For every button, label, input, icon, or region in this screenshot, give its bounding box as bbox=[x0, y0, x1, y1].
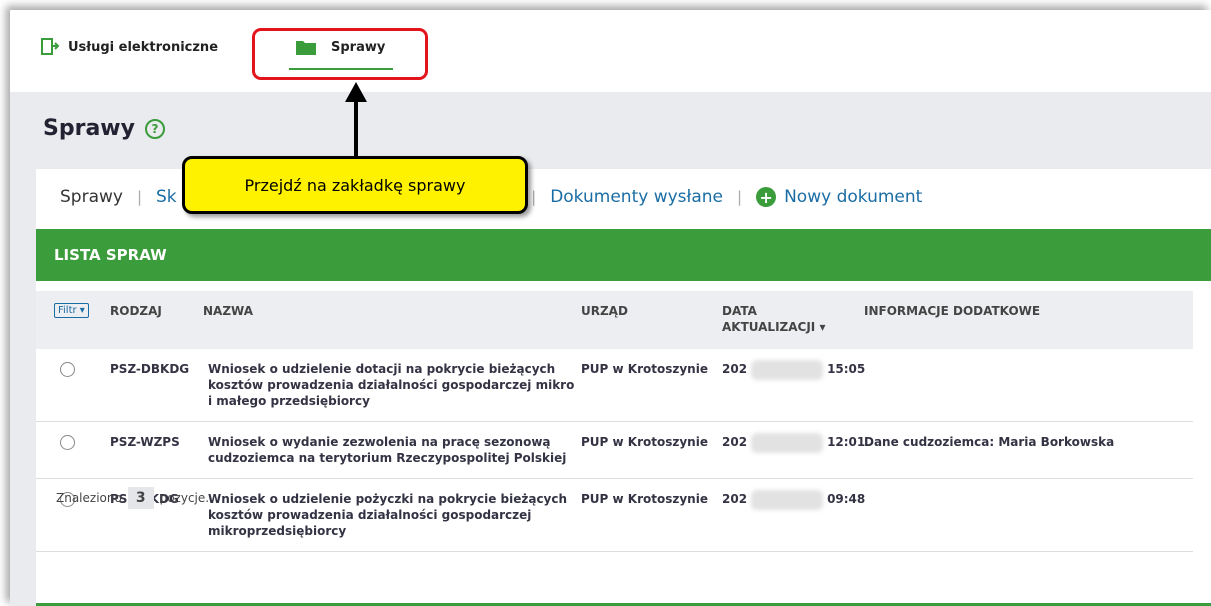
time: 09:48 bbox=[827, 492, 866, 506]
redacted-date bbox=[751, 489, 824, 510]
cell-data: 202 12:01 bbox=[722, 432, 866, 453]
cell-urzad: PUP w Krotoszynie bbox=[581, 435, 708, 449]
cell-rodzaj: PSZ-DBKDG bbox=[110, 362, 190, 376]
callout-arrow-head bbox=[345, 82, 367, 102]
date-prefix: 202 bbox=[722, 492, 748, 506]
column-header-data-aktualizacji[interactable]: DATA AKTUALIZACJI ▾ bbox=[722, 303, 832, 335]
column-header-nazwa: NAZWA bbox=[203, 304, 254, 318]
callout-text: Przejdź na zakładkę sprawy bbox=[244, 175, 466, 195]
results-footer: Znaleziono 3 pozycje. bbox=[56, 487, 209, 509]
list-header: LISTA SPRAW bbox=[36, 229, 1211, 281]
row-radio[interactable] bbox=[60, 362, 75, 377]
nowy-dokument-label: Nowy dokument bbox=[784, 187, 923, 207]
callout-arrow-line bbox=[354, 92, 358, 164]
filter-button[interactable]: Filtr ▾ bbox=[54, 303, 89, 318]
row-radio[interactable] bbox=[60, 435, 75, 450]
sprawy-panel: Sprawy | Sk e | Dokumenty wysłane | + No… bbox=[36, 169, 1211, 606]
page-title-text: Sprawy bbox=[43, 116, 135, 141]
nav-uslugi-label: Usługi elektroniczne bbox=[68, 39, 219, 55]
time: 12:01 bbox=[827, 435, 866, 449]
table-row[interactable]: PSZ-PKDG Wniosek o udzielenie pożyczki n… bbox=[36, 479, 1193, 552]
subnav-separator: | bbox=[136, 188, 143, 206]
cell-rodzaj: PSZ-WZPS bbox=[110, 435, 180, 449]
sprawy-highlight-box bbox=[252, 28, 428, 80]
cell-urzad: PUP w Krotoszynie bbox=[581, 492, 708, 506]
callout-box: Przejdź na zakładkę sprawy bbox=[182, 156, 528, 214]
date-prefix: 202 bbox=[722, 435, 748, 449]
cell-nazwa: Wniosek o udzielenie dotacji na pokrycie… bbox=[208, 362, 575, 408]
footer-prefix: Znaleziono bbox=[56, 491, 122, 505]
cases-table: Filtr ▾ RODZAJ NAZWA URZĄD DATA AKTUALIZ… bbox=[36, 291, 1193, 552]
column-header-urzad: URZĄD bbox=[581, 304, 628, 318]
redacted-date bbox=[751, 432, 824, 453]
app-frame: Usługi elektroniczne Sprawy Sprawy ? Spr… bbox=[10, 10, 1211, 606]
subnav-separator: | bbox=[531, 188, 537, 206]
table-row[interactable]: PSZ-WZPS Wniosek o wydanie zezwolenia na… bbox=[36, 422, 1193, 479]
help-icon[interactable]: ? bbox=[144, 118, 165, 139]
date-prefix: 202 bbox=[722, 362, 748, 376]
page-title: Sprawy ? bbox=[43, 116, 165, 141]
cell-nazwa: Wniosek o wydanie zezwolenia na pracę se… bbox=[208, 435, 567, 465]
time: 15:05 bbox=[827, 362, 866, 376]
result-count: 3 bbox=[127, 487, 154, 509]
column-header-rodzaj: RODZAJ bbox=[110, 304, 162, 318]
nav-uslugi-elektroniczne[interactable]: Usługi elektroniczne bbox=[38, 36, 218, 58]
cell-data: 202 15:05 bbox=[722, 359, 866, 380]
subnav-skrzynka[interactable]: Sk bbox=[156, 187, 177, 207]
subnav-dokumenty-wyslane[interactable]: Dokumenty wysłane bbox=[550, 187, 723, 207]
top-navigation: Usługi elektroniczne Sprawy bbox=[10, 10, 1211, 92]
subnav-sprawy[interactable]: Sprawy bbox=[60, 187, 123, 207]
cell-info: Dane cudzoziemca: Maria Borkowska bbox=[864, 435, 1115, 449]
subnav-nowy-dokument[interactable]: + Nowy dokument bbox=[756, 187, 922, 207]
plus-circle-icon: + bbox=[756, 187, 777, 207]
cell-nazwa: Wniosek o udzielenie pożyczki na pokryci… bbox=[208, 492, 568, 538]
column-header-informacje: INFORMACJE DODATKOWE bbox=[864, 304, 1041, 318]
cell-urzad: PUP w Krotoszynie bbox=[581, 362, 708, 376]
table-row[interactable]: PSZ-DBKDG Wniosek o udzielenie dotacji n… bbox=[36, 349, 1193, 422]
subnav-separator: | bbox=[737, 188, 743, 206]
footer-suffix: pozycje. bbox=[159, 491, 210, 505]
electronic-services-icon bbox=[41, 38, 60, 55]
table-header-row: Filtr ▾ RODZAJ NAZWA URZĄD DATA AKTUALIZ… bbox=[36, 291, 1193, 349]
redacted-date bbox=[751, 359, 824, 380]
cell-data: 202 09:48 bbox=[722, 489, 866, 510]
